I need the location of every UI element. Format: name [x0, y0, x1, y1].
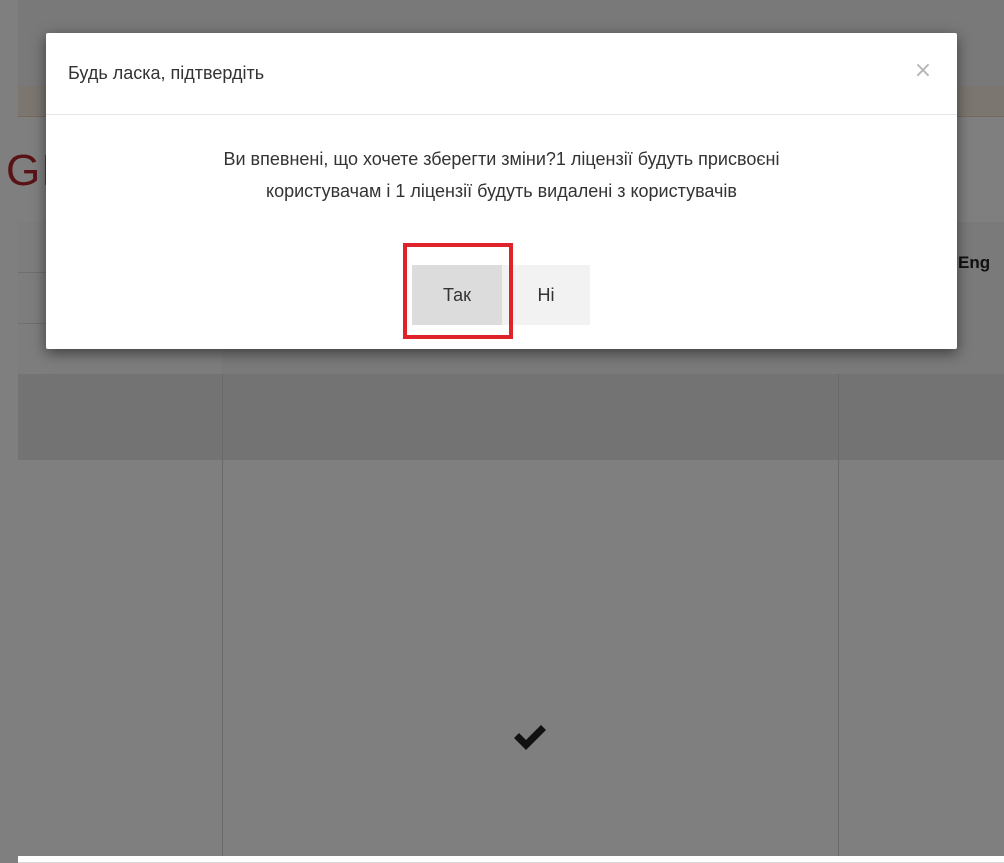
- confirm-dialog: Будь ласка, підтвердіть × Ви впевнені, щ…: [46, 33, 957, 349]
- message-line: користувачам і 1 ліцензії будуть видален…: [266, 181, 737, 201]
- yes-button[interactable]: Так: [412, 265, 502, 325]
- message-line: Ви впевнені, що хочете зберегти зміни?1 …: [223, 149, 780, 169]
- dialog-header: Будь ласка, підтвердіть ×: [46, 33, 957, 115]
- dialog-message: Ви впевнені, що хочете зберегти зміни?1 …: [86, 143, 917, 207]
- dialog-title: Будь ласка, підтвердіть: [68, 63, 265, 83]
- no-button[interactable]: Ні: [502, 265, 590, 325]
- close-icon[interactable]: ×: [909, 57, 937, 85]
